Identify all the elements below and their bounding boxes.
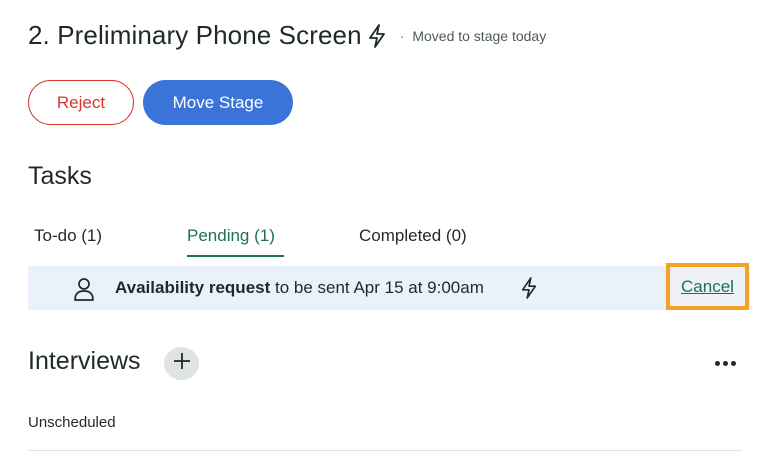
task-detail: to be sent Apr 15 at 9:00am xyxy=(270,278,484,297)
stage-title: 2. Preliminary Phone Screen xyxy=(28,20,362,50)
cancel-highlight: Cancel xyxy=(666,263,749,310)
person-icon xyxy=(73,277,95,306)
interview-status: Unscheduled xyxy=(28,414,116,431)
add-interview-button[interactable] xyxy=(164,347,199,380)
lightning-icon xyxy=(519,276,539,305)
tasks-heading: Tasks xyxy=(28,162,92,190)
tab-completed[interactable]: Completed (0) xyxy=(359,220,467,257)
stage-actions: Reject Move Stage xyxy=(28,80,293,125)
task-tabs: To-do (1) Pending (1) Completed (0) xyxy=(28,220,748,257)
reject-button[interactable]: Reject xyxy=(28,80,134,125)
interviews-heading: Interviews xyxy=(28,347,141,375)
stage-header: 2. Preliminary Phone Screen · Moved to s… xyxy=(28,20,546,51)
tab-todo[interactable]: To-do (1) xyxy=(34,220,102,257)
stage-moved-text: Moved to stage today xyxy=(412,27,547,44)
task-name: Availability request xyxy=(115,278,271,297)
task-description: Availability request to be sent Apr 15 a… xyxy=(115,278,484,298)
tab-pending[interactable]: Pending (1) xyxy=(187,220,284,257)
divider xyxy=(28,450,742,451)
lightning-icon xyxy=(366,23,388,49)
stage-separator: · xyxy=(399,27,405,44)
pending-task-row: Availability request to be sent Apr 15 a… xyxy=(28,263,750,310)
more-icon[interactable] xyxy=(712,352,738,374)
cancel-link[interactable]: Cancel xyxy=(681,277,734,297)
move-stage-button[interactable]: Move Stage xyxy=(143,80,293,125)
plus-icon xyxy=(173,352,191,375)
